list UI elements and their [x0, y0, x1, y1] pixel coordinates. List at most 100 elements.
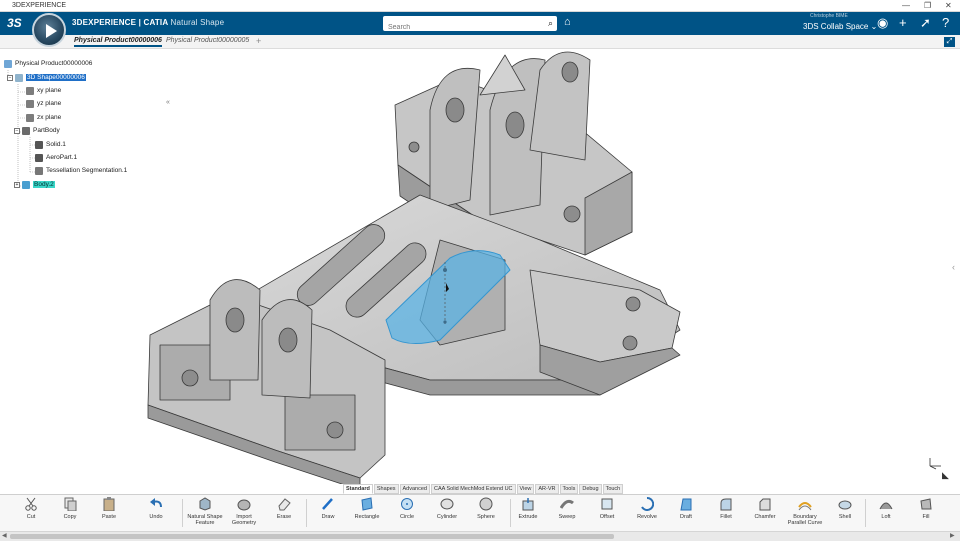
aeropart-icon	[35, 154, 43, 162]
tree-node-zx-plane[interactable]: zx plane	[26, 113, 61, 123]
offset-icon	[601, 498, 613, 510]
app-brand: 3DEXPERIENCE | CATIA Natural Shape	[72, 18, 225, 27]
revolve-icon	[641, 497, 654, 511]
os-title-bar: 3DEXPERIENCE — ❐ ✕	[0, 0, 960, 12]
tessellation-icon	[35, 167, 43, 175]
search-icon[interactable]: ⌕	[548, 18, 553, 29]
help-icon[interactable]: ?	[942, 15, 949, 30]
tree-node-3dshape[interactable]: −3D Shape00000006	[7, 73, 86, 83]
boundary-parallel-curve-button[interactable]: Boundary Parallel Curve	[785, 497, 825, 526]
draft-button[interactable]: Draft	[666, 497, 706, 520]
scissors-icon	[25, 497, 37, 511]
sphere-icon	[479, 497, 493, 511]
minimize-icon[interactable]: —	[902, 1, 910, 10]
scroll-right-icon[interactable]: ▶	[950, 532, 955, 539]
3d-viewport[interactable]: «	[0, 49, 960, 484]
action-bar-tabs: Standard Shapes Advanced CAA Solid MechMod …	[343, 484, 624, 494]
sweep-button[interactable]: Sweep	[547, 497, 587, 520]
toolbar-separator	[182, 499, 183, 527]
circle-button[interactable]: Circle	[387, 497, 427, 520]
tag-icon[interactable]: ⌂	[564, 16, 571, 28]
share-icon[interactable]: ➚	[920, 15, 931, 31]
ribbon-tab-debug[interactable]: Debug	[579, 484, 602, 494]
ribbon-tab-view[interactable]: View	[516, 484, 535, 494]
import-geometry-icon	[237, 499, 251, 511]
ribbon-tab-touch[interactable]: Touch	[602, 484, 624, 494]
undo-button[interactable]: Undo	[136, 497, 176, 520]
action-bar: Cut Copy Paste Undo Natural Shape Featur…	[0, 494, 960, 531]
toolbar-separator	[306, 499, 307, 527]
paste-icon	[103, 497, 115, 511]
tree-node-solid[interactable]: Solid.1	[35, 140, 66, 150]
revolve-button[interactable]: Revolve	[627, 497, 667, 520]
chamfer-button[interactable]: Chamfer	[745, 497, 785, 520]
tree-node-tessellation[interactable]: Tessellation Segmentation.1	[35, 166, 127, 176]
collapse-node-icon[interactable]: −	[7, 75, 13, 81]
expand-node-icon[interactable]: +	[14, 182, 20, 188]
tree-node-body2[interactable]: + Body.2	[14, 180, 55, 190]
ribbon-tab-advanced[interactable]: Advanced	[399, 484, 430, 494]
ribbon-tab-standard[interactable]: Standard	[343, 484, 373, 494]
user-profile-icon[interactable]: ◉	[877, 15, 888, 31]
natural-shape-feature-icon	[199, 497, 211, 511]
collapse-node-icon[interactable]: −	[14, 128, 20, 134]
extrude-button[interactable]: Extrude	[508, 497, 548, 520]
cut-button[interactable]: Cut	[11, 497, 51, 520]
ribbon-tab-tools[interactable]: Tools	[559, 484, 579, 494]
tree-node-partbody[interactable]: − PartBody	[14, 126, 60, 136]
cylinder-icon	[440, 498, 454, 510]
shell-button[interactable]: Shell	[825, 497, 865, 520]
expand-icon[interactable]: ⤢	[944, 37, 955, 47]
extrude-icon	[522, 498, 534, 511]
axis-triad-icon	[929, 458, 941, 470]
3dshape-icon	[15, 74, 23, 82]
scrollbar-thumb[interactable]	[10, 534, 614, 539]
import-geometry-button[interactable]: Import Geometry	[224, 497, 264, 526]
boundary-parallel-curve-icon	[798, 502, 812, 511]
plane-icon	[26, 114, 34, 122]
tab-physical-product-5[interactable]: Physical Product00000005	[166, 37, 249, 44]
ribbon-tab-ar-vr[interactable]: AR-VR	[535, 484, 559, 494]
add-icon[interactable]: +	[899, 15, 907, 30]
draw-button[interactable]: Draw	[308, 497, 348, 520]
ribbon-tab-shapes[interactable]: Shapes	[373, 484, 399, 494]
tree-node-product[interactable]: Physical Product00000006	[4, 59, 92, 69]
pointer-icon: ◣	[942, 470, 949, 480]
loft-icon	[879, 502, 893, 510]
ribbon-tab-caa[interactable]: CAA Solid MechMod Extend UC	[430, 484, 516, 494]
fillet-button[interactable]: Fillet	[706, 497, 746, 520]
horizontal-scrollbar[interactable]: ◀ ▶	[0, 531, 960, 541]
pencil-icon	[322, 498, 333, 510]
sphere-button[interactable]: Sphere	[466, 497, 506, 520]
cylinder-button[interactable]: Cylinder	[427, 497, 467, 520]
restore-icon[interactable]: ❐	[924, 1, 931, 10]
body-icon	[22, 127, 30, 135]
paste-button[interactable]: Paste	[89, 497, 129, 520]
user-name: Christophe BIME	[810, 13, 848, 19]
fill-icon	[920, 498, 932, 510]
scroll-left-icon[interactable]: ◀	[2, 532, 7, 539]
tree-node-aeropart[interactable]: AeroPart.1	[35, 153, 77, 163]
rectangle-button[interactable]: Rectangle	[347, 497, 387, 520]
compass-icon[interactable]	[32, 13, 66, 47]
side-panel-toggle-icon[interactable]: ‹	[952, 262, 955, 272]
offset-button[interactable]: Offset	[587, 497, 627, 520]
chamfer-icon	[759, 498, 771, 511]
natural-shape-feature-button[interactable]: Natural Shape Feature	[185, 497, 225, 526]
undo-icon	[150, 498, 162, 508]
solid-icon	[35, 141, 43, 149]
eraser-icon	[278, 498, 291, 511]
search-input[interactable]	[383, 20, 533, 35]
tree-node-yz-plane[interactable]: yz plane	[26, 99, 61, 109]
fill-button[interactable]: Fill	[906, 497, 946, 520]
add-tab-icon[interactable]: +	[256, 36, 261, 46]
tree-node-xy-plane[interactable]: xy plane	[26, 86, 61, 96]
erase-button[interactable]: Erase	[264, 497, 304, 520]
loft-button[interactable]: Loft	[866, 497, 906, 520]
tab-physical-product-6[interactable]: Physical Product00000006	[74, 37, 162, 47]
collab-space-selector[interactable]: 3DS Collab Space ⌄	[803, 22, 877, 31]
close-icon[interactable]: ✕	[945, 1, 952, 10]
copy-button[interactable]: Copy	[50, 497, 90, 520]
os-window-title: 3DEXPERIENCE	[12, 2, 67, 9]
ds-logo-icon[interactable]: 3S	[7, 16, 22, 30]
